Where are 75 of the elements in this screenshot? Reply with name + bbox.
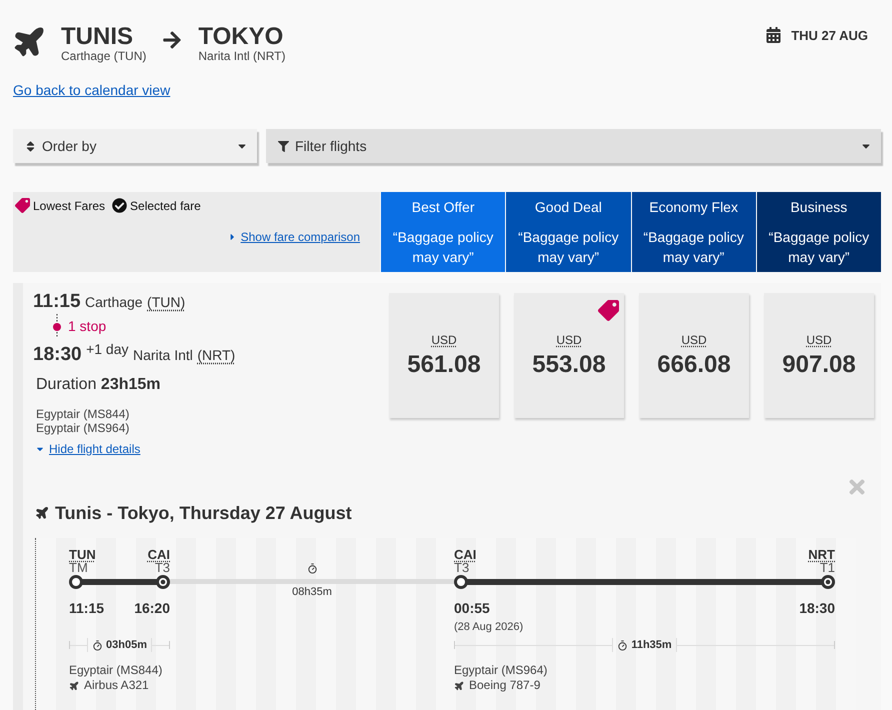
airport-name: Narita Intl (NRT): [198, 49, 286, 63]
terminal-label: TM: [69, 561, 88, 574]
segment-duration: 11h35m: [631, 638, 672, 652]
back-link[interactable]: Go back to calendar view: [13, 82, 170, 98]
layover-duration: 08h35m: [292, 586, 332, 599]
segment-duration: 03h05m: [106, 638, 147, 652]
airport-name: Carthage: [85, 294, 143, 310]
fare-box[interactable]: USD 553.08: [514, 293, 624, 418]
airline-flight: Egyptair (MS964): [454, 663, 548, 677]
fare-name: Best Offer: [412, 199, 475, 215]
fare-note: “Baggage policy may vary”: [768, 228, 870, 267]
order-by-dropdown[interactable]: Order by: [13, 129, 257, 163]
plane-icon: [35, 506, 49, 520]
legend-label: Lowest Fares: [33, 198, 106, 214]
airport-name: Carthage (TUN): [61, 49, 146, 63]
plane-icon: [69, 680, 79, 690]
terminal-label: T3: [454, 561, 470, 574]
departure-time: 00:55: [454, 601, 490, 615]
aircraft-name: Airbus A321: [84, 678, 149, 693]
airport-code: TUN: [69, 548, 96, 561]
fare-note: “Baggage policy may vary”: [392, 228, 494, 267]
filter-icon: [278, 140, 289, 152]
stop-marker-icon: [52, 314, 62, 338]
fare-note: “Baggage policy may vary”: [517, 228, 620, 267]
stop-count: 1 stop: [68, 318, 106, 334]
departure-node-icon: [69, 575, 83, 589]
fare-comparison-link[interactable]: Show fare comparison: [228, 230, 360, 244]
airport-code: CAI: [454, 548, 476, 561]
route-title: Tunis - Tokyo, Thursday 27 August: [55, 502, 352, 524]
departure-node-icon: [454, 575, 468, 589]
departure-time: 11:15: [33, 291, 81, 312]
travel-date: THU 27 AUG: [791, 28, 868, 42]
city-name: TUNIS: [61, 25, 134, 49]
sort-icon: [25, 140, 36, 152]
airport-code: (TUN): [147, 294, 186, 310]
aircraft-name: Boeing 787-9: [469, 678, 540, 693]
fare-name: Economy Flex: [649, 199, 738, 215]
terminal-label: T3: [154, 561, 170, 574]
arrival-node-icon: [156, 575, 170, 589]
fare-name: Good Deal: [534, 199, 602, 215]
plane-icon: [454, 680, 464, 690]
day-offset: +1 day: [86, 341, 128, 357]
fare-note: “Baggage policy may vary”: [642, 228, 745, 267]
arrival-node-icon: [821, 575, 835, 589]
stopwatch-icon: [617, 640, 628, 650]
calendar-icon: [766, 27, 782, 43]
terminal-label: T1: [820, 561, 835, 574]
caret-right-icon: [228, 232, 236, 242]
fare-box[interactable]: USD 907.08: [764, 293, 874, 418]
fare-box[interactable]: USD 561.08: [389, 293, 499, 418]
arrow-right-icon: [162, 30, 182, 50]
airline-flight: Egyptair (MS844): [69, 663, 164, 677]
city-name: TOKYO: [198, 25, 284, 49]
tag-icon: [15, 198, 30, 212]
legend-label: Selected fare: [130, 198, 201, 214]
arrival-time: 18:30: [799, 601, 835, 615]
airline-flight: Egyptair (MS844): [36, 407, 130, 421]
departure-time: 11:15: [69, 601, 104, 615]
stopwatch-icon: [92, 640, 104, 650]
airport-code: NRT: [808, 548, 835, 561]
details-toggle-link[interactable]: Hide flight details: [36, 442, 140, 456]
flight-duration: Duration 23h15m: [36, 375, 161, 395]
stopwatch-icon: [306, 563, 318, 574]
filter-dropdown[interactable]: Filter flights: [266, 129, 881, 163]
arrival-time: 18:30: [33, 344, 82, 365]
plane-icon: [12, 25, 46, 59]
tag-icon: [598, 300, 619, 321]
arrival-time: 16:20: [134, 601, 170, 615]
fare-name: Business: [790, 199, 848, 215]
departure-date: (28 Aug 2026): [454, 621, 524, 633]
airport-code: CAI: [148, 548, 170, 561]
airport-name: Narita Intl: [132, 347, 193, 363]
airport-code: (NRT): [197, 347, 236, 363]
fare-box[interactable]: USD 666.08: [639, 293, 749, 418]
airline-flight: Egyptair (MS964): [36, 421, 130, 435]
